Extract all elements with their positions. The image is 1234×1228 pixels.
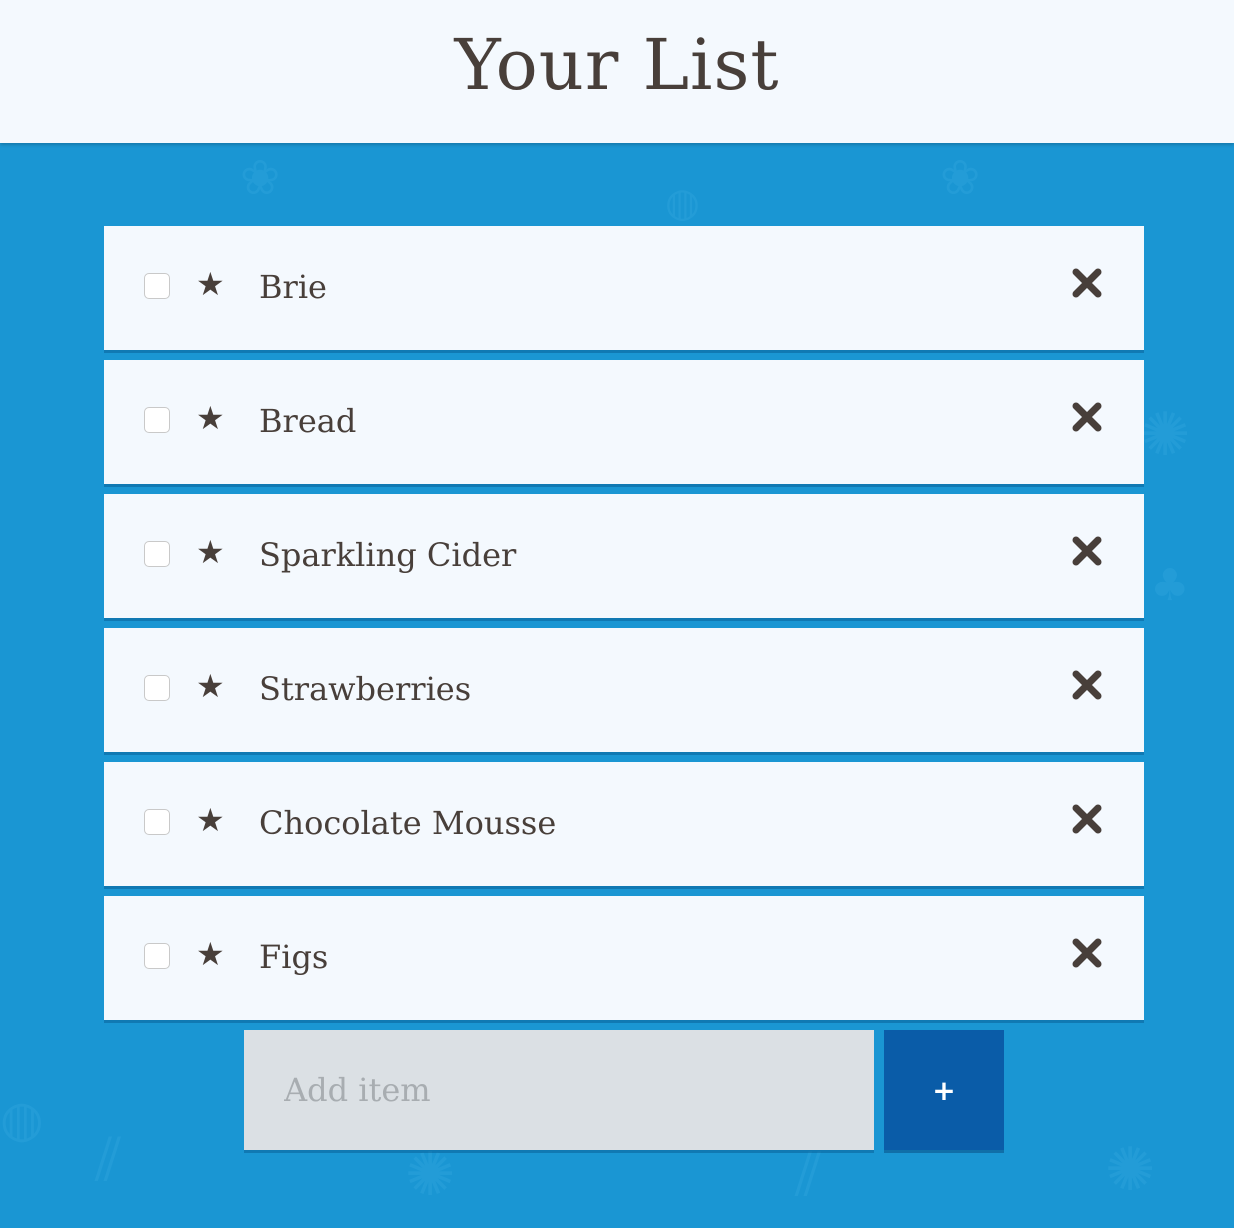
star-icon[interactable]: ★ xyxy=(196,532,225,572)
background-grapes-icon: ❀ xyxy=(240,150,281,206)
shopping-list: ★ Brie ★ Bread ★ Sparkling Cider ★ Straw… xyxy=(104,226,1144,1030)
item-checkbox[interactable] xyxy=(144,943,170,969)
item-label: Sparkling Cider xyxy=(259,536,517,574)
close-icon[interactable] xyxy=(1072,398,1102,434)
close-icon[interactable] xyxy=(1072,666,1102,702)
list-item: ★ Chocolate Mousse xyxy=(104,762,1144,886)
page-title: Your List xyxy=(454,23,780,106)
list-item: ★ Figs xyxy=(104,896,1144,1020)
list-item: ★ Sparkling Cider xyxy=(104,494,1144,618)
background-wheel-icon: ✺ xyxy=(1105,1135,1156,1205)
background-asparagus-icon: ⫽ xyxy=(95,1125,122,1195)
star-icon[interactable]: ★ xyxy=(196,800,225,840)
item-checkbox[interactable] xyxy=(144,541,170,567)
add-item-form: + xyxy=(244,1030,1004,1150)
item-label: Figs xyxy=(259,938,329,976)
background-grapes-icon: ❀ xyxy=(940,150,981,206)
star-icon[interactable]: ★ xyxy=(196,264,225,304)
item-label: Chocolate Mousse xyxy=(259,804,557,842)
list-item: ★ Bread xyxy=(104,360,1144,484)
star-icon[interactable]: ★ xyxy=(196,666,225,706)
background-tree-icon: ♣ xyxy=(1150,560,1190,611)
star-icon[interactable]: ★ xyxy=(196,398,225,438)
item-label: Brie xyxy=(259,268,327,306)
background-wheel-icon: ✺ xyxy=(1140,400,1191,470)
background-asparagus-icon: ⫽ xyxy=(795,1140,822,1210)
background-wheel-icon: ✺ xyxy=(405,1140,456,1210)
close-icon[interactable] xyxy=(1072,532,1102,568)
background-sushi-icon: ◍ xyxy=(665,180,700,226)
close-icon[interactable] xyxy=(1072,800,1102,836)
close-icon[interactable] xyxy=(1072,264,1102,300)
item-checkbox[interactable] xyxy=(144,407,170,433)
item-label: Bread xyxy=(259,402,357,440)
list-item: ★ Strawberries xyxy=(104,628,1144,752)
page-header: Your List xyxy=(0,0,1234,143)
star-icon[interactable]: ★ xyxy=(196,934,225,974)
add-item-input[interactable] xyxy=(244,1030,874,1150)
background-sushi-icon: ◍ xyxy=(0,1090,44,1148)
item-checkbox[interactable] xyxy=(144,809,170,835)
add-item-button[interactable]: + xyxy=(884,1030,1004,1150)
item-checkbox[interactable] xyxy=(144,675,170,701)
list-item: ★ Brie xyxy=(104,226,1144,350)
close-icon[interactable] xyxy=(1072,934,1102,970)
item-checkbox[interactable] xyxy=(144,273,170,299)
item-label: Strawberries xyxy=(259,670,472,708)
